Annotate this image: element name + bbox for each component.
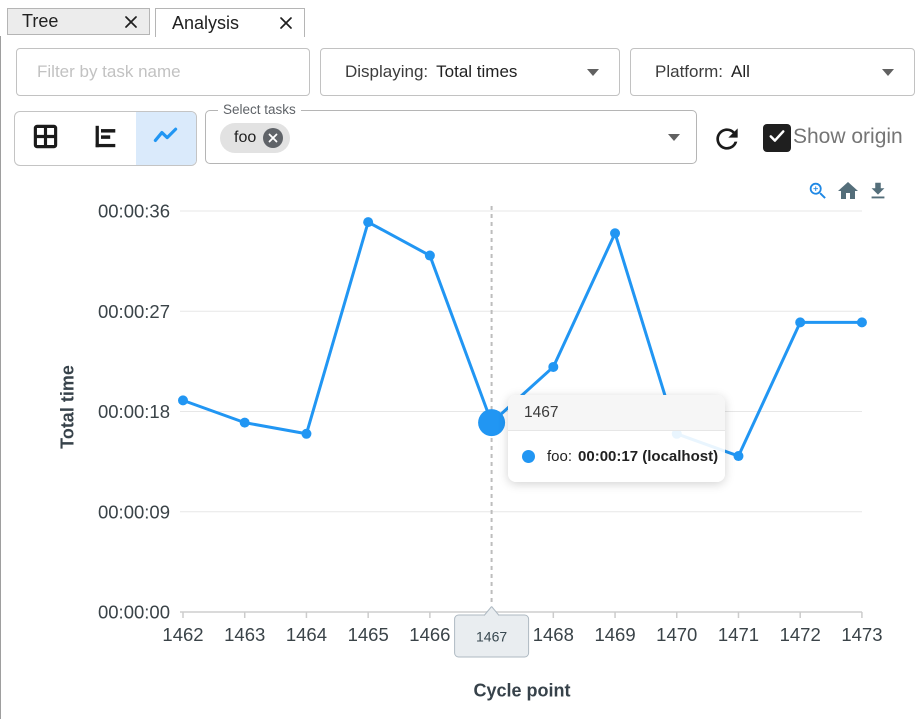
data-point[interactable] <box>548 362 558 372</box>
select-tasks-label: Select tasks <box>218 102 301 117</box>
axis-pointer-callout-edge <box>484 607 492 616</box>
tab-tree[interactable]: Tree <box>7 8 150 35</box>
data-point[interactable] <box>610 228 620 238</box>
table-view-button[interactable] <box>15 112 75 165</box>
axis-pointer-callout-edge <box>492 607 500 616</box>
data-point[interactable] <box>425 251 435 261</box>
show-origin-checkbox[interactable] <box>763 124 791 152</box>
home-icon[interactable] <box>836 179 860 203</box>
x-tick-label: 1470 <box>656 624 697 645</box>
x-tick-label: 1473 <box>841 624 882 645</box>
chevron-down-icon[interactable] <box>668 134 680 141</box>
tooltip-text: foo: 00:00:17 (localhost) <box>547 448 718 465</box>
series-dot-icon <box>522 450 535 463</box>
y-tick-label: 00:00:09 <box>98 501 170 522</box>
download-icon[interactable] <box>866 179 890 203</box>
tooltip-value: 00:00:17 (localhost) <box>578 448 718 465</box>
y-tick-label: 00:00:36 <box>98 201 170 222</box>
show-origin-label[interactable]: Show origin <box>793 125 903 149</box>
x-tick-label: 1466 <box>409 624 450 645</box>
y-tick-label: 00:00:18 <box>98 401 170 422</box>
close-icon[interactable] <box>123 14 139 30</box>
task-chip-foo[interactable]: foo <box>220 123 290 153</box>
axis-pointer-label: 1467 <box>476 629 507 645</box>
platform-value: All <box>731 62 750 82</box>
view-toggle-group <box>14 111 197 166</box>
axis-pointer-callout <box>484 607 499 617</box>
chevron-down-icon <box>587 69 599 76</box>
x-tick-label: 1465 <box>348 624 389 645</box>
x-tick-label: 1472 <box>780 624 821 645</box>
line-chart-view-button[interactable] <box>136 112 196 165</box>
displaying-value: Total times <box>436 62 517 82</box>
chart-toolbar <box>806 179 890 203</box>
y-tick-label: 00:00:27 <box>98 301 170 322</box>
x-tick-label: 1467 <box>471 624 512 645</box>
analysis-pane: Tree Analysis Displaying: Total times Pl… <box>0 0 917 719</box>
x-tick-label: 1468 <box>533 624 574 645</box>
axis-pointer-box <box>455 615 529 657</box>
data-point[interactable] <box>178 395 188 405</box>
select-tasks-field[interactable]: Select tasks foo <box>205 110 697 164</box>
data-point[interactable] <box>487 418 497 428</box>
chart-tooltip: 1467 foo: 00:00:17 (localhost) <box>508 395 725 482</box>
tooltip-body: foo: 00:00:17 (localhost) <box>508 431 725 482</box>
x-axis-title: Cycle point <box>473 681 570 702</box>
line-chart-icon <box>152 123 179 155</box>
close-icon[interactable] <box>278 15 294 31</box>
chevron-down-icon <box>882 69 894 76</box>
tab-tree-label: Tree <box>22 11 123 32</box>
bar-chart-view-button[interactable] <box>75 112 135 165</box>
bar-chart-icon <box>92 123 119 155</box>
y-tick-label: 00:00:00 <box>98 602 170 623</box>
checkmark-icon <box>767 126 787 151</box>
tooltip-header: 1467 <box>508 395 725 431</box>
x-tick-label: 1469 <box>594 624 635 645</box>
tooltip-series-label: foo: <box>547 448 572 465</box>
x-tick-label: 1471 <box>718 624 759 645</box>
task-filter-input[interactable] <box>16 48 310 96</box>
x-tick-label: 1462 <box>162 624 203 645</box>
data-point[interactable] <box>363 217 373 227</box>
pane-divider <box>0 36 1 719</box>
refresh-button[interactable] <box>711 123 743 155</box>
displaying-label: Displaying: <box>345 62 428 82</box>
highlighted-data-point[interactable] <box>478 409 505 436</box>
chip-remove-icon[interactable] <box>263 128 283 148</box>
x-tick-label: 1463 <box>224 624 265 645</box>
table-icon <box>32 123 59 155</box>
data-point[interactable] <box>240 418 250 428</box>
platform-select[interactable]: Platform: All <box>630 48 915 96</box>
zoom-in-icon[interactable] <box>806 179 830 203</box>
data-point[interactable] <box>301 429 311 439</box>
task-chip-label: foo <box>234 129 256 147</box>
data-point[interactable] <box>857 317 867 327</box>
x-tick-label: 1464 <box>286 624 327 645</box>
refresh-icon <box>711 142 743 159</box>
analysis-chart: 00:00:00 00:00:09 00:00:18 00:00:27 00:00:36… <box>0 0 917 719</box>
data-point[interactable] <box>733 451 743 461</box>
platform-label: Platform: <box>655 62 723 82</box>
tab-analysis[interactable]: Analysis <box>155 8 305 37</box>
y-axis-title: Total time <box>58 365 79 449</box>
displaying-select[interactable]: Displaying: Total times <box>320 48 620 96</box>
tab-analysis-label: Analysis <box>172 13 278 34</box>
data-point[interactable] <box>795 317 805 327</box>
